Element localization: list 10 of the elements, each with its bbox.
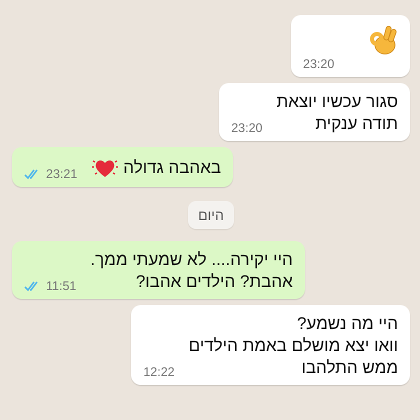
date-label: היום xyxy=(188,201,234,229)
message-time: 11:51 xyxy=(46,279,76,293)
message-text: היי מה נשמע? וואו יצא מושלם באמת הילדים ממש התלהבו xyxy=(188,313,398,379)
message-time: 12:22 xyxy=(143,365,175,379)
message-time: 23:20 xyxy=(303,57,334,71)
message-text: באהבה גדולה xyxy=(123,157,222,179)
message-time: 23:21 xyxy=(46,167,78,181)
message-time: 23:20 xyxy=(231,121,262,135)
message-text: סגור עכשיו יוצאת תודה ענקית xyxy=(276,91,398,135)
message-text: היי יקירה.... לא שמעתי ממך. אהבת? הילדים אהבו? xyxy=(90,249,293,293)
